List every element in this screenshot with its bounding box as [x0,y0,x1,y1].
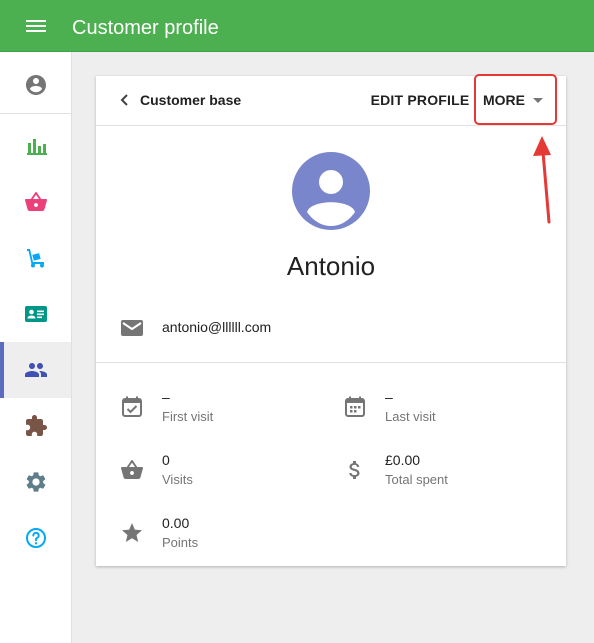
back-link-label: Customer base [140,92,242,108]
stat-last-visit: – Last visit [343,389,543,429]
visits-value: 0 [162,452,170,468]
app-bar: Customer profile [0,0,594,52]
first-visit-label: First visit [162,409,214,424]
customer-email: antonio@llllll.com [162,319,272,335]
section-divider [96,362,566,363]
puzzle-icon [26,415,47,436]
page-title: Customer profile [72,17,219,39]
people-icon [25,363,47,377]
sidebar-divider [0,113,71,114]
annotation-arrow [533,136,551,224]
sidebar-item-inventory[interactable] [0,230,71,286]
sidebar-item-sales[interactable] [0,174,71,230]
calendar-icon [345,396,365,417]
help-icon [26,528,46,548]
gear-icon [26,472,46,492]
chevron-left-icon [120,94,128,106]
sidebar-item-reports[interactable] [0,118,71,174]
last-visit-value: – [385,389,393,405]
calendar-check-icon [122,396,142,417]
stat-points: 0.00 Points [120,515,320,555]
dolly-icon [27,249,44,268]
bar-chart-icon [27,139,47,155]
customer-avatar [292,152,370,230]
star-icon [122,523,142,542]
edit-profile-button[interactable]: EDIT PROFILE [366,84,474,116]
total-spent-value: £0.00 [385,452,421,468]
sidebar-item-employees[interactable] [0,286,71,342]
email-icon [121,320,143,336]
sidebar-item-help[interactable] [0,510,71,566]
customer-card: Customer base EDIT PROFILE MORE Antonio … [96,76,566,566]
points-label: Points [162,535,199,550]
account-circle-icon [26,75,46,95]
basket-icon [25,192,47,211]
stat-first-visit: – First visit [120,389,320,429]
dollar-icon [349,461,360,479]
stat-visits: 0 Visits [120,452,320,492]
visits-label: Visits [162,472,193,487]
sidebar-item-customers[interactable] [0,342,71,398]
basket-icon [121,460,143,479]
sidebar-item-settings[interactable] [0,454,71,510]
points-value: 0.00 [162,515,190,531]
first-visit-value: – [162,389,170,405]
customer-name: Antonio [286,251,376,281]
badge-icon [25,306,47,322]
sidebar-item-account[interactable] [0,57,71,113]
email-row: antonio@llllll.com [120,316,540,340]
last-visit-label: Last visit [385,409,436,424]
stat-total-spent: £0.00 Total spent [343,452,543,492]
menu-icon[interactable] [26,17,46,33]
annotation-highlight-box [474,74,557,125]
sidebar-item-integrations[interactable] [0,398,71,454]
sidebar [0,52,72,643]
total-spent-label: Total spent [385,472,448,487]
